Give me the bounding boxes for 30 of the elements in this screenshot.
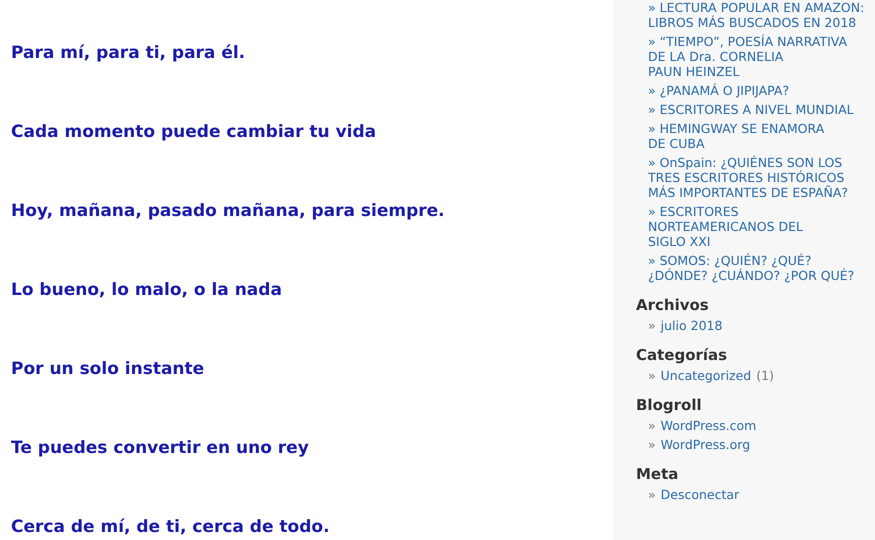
sidebar-link[interactable]: WordPress.org	[660, 437, 750, 452]
verse-line: Te puedes convertir en uno rey	[11, 438, 310, 458]
post-link[interactable]: » “TIEMPO”, POESÍA NARRATIVA DE LA Dra. CORNELIA PAUN HEINZEL	[648, 34, 848, 79]
verse-line: Para mí, para ti, para él.	[11, 43, 246, 63]
verse-line: Cada momento puede cambiar tu vida	[11, 122, 378, 142]
post-link[interactable]: » SOMOS: ¿QUIÉN? ¿QUÉ? ¿DÓNDE? ¿CUÁNDO? ¿POR QUÉ?	[648, 253, 854, 283]
post-link[interactable]: » ESCRITORES NORTEAMERICANOS DEL SIGLO XXI	[648, 204, 803, 249]
verse-line: Hoy, mañana, pasado mañana, para siempre.	[11, 201, 446, 221]
post-link[interactable]: » OnSpain: ¿QUIÉNES SON LOS TRES ESCRITORES HISTÓRICOS MÁS IMPORTANTES DE ESPAÑA?	[648, 155, 848, 200]
verse-line: Por un solo instante	[11, 359, 206, 379]
verse-line: Lo bueno, lo malo, o la nada	[11, 280, 283, 300]
post-link[interactable]: » HEMINGWAY SE ENAMORA DE CUBA	[648, 121, 824, 151]
post-link[interactable]: » LECTURA POPULAR EN AMAZON: LIBROS MÁS BUSCADOS EN 2018	[648, 0, 864, 30]
bullet-icon: »	[648, 318, 656, 333]
widget-heading: Archivos	[636, 295, 710, 315]
sidebar-link[interactable]: WordPress.com	[660, 418, 756, 433]
widget-heading: Categorías	[636, 345, 728, 365]
post-link[interactable]: » ¿PANAMÁ O JIPIJAPA?	[648, 83, 790, 98]
bullet-icon: »	[648, 437, 656, 452]
widget-heading: Meta	[636, 464, 680, 484]
sidebar-link[interactable]: Desconectar	[660, 487, 740, 502]
bullet-icon: »	[648, 487, 656, 502]
post-link[interactable]: » ESCRITORES A NIVEL MUNDIAL	[648, 102, 854, 117]
post-count: (1)	[756, 368, 774, 383]
bullet-icon: »	[648, 418, 656, 433]
verse-line: Cerca de mí, de ti, cerca de todo.	[11, 517, 331, 537]
widget-heading: Blogroll	[636, 395, 703, 415]
sidebar-link[interactable]: julio 2018	[660, 318, 722, 333]
sidebar-link[interactable]: Uncategorized	[660, 368, 752, 383]
bullet-icon: »	[648, 368, 656, 383]
